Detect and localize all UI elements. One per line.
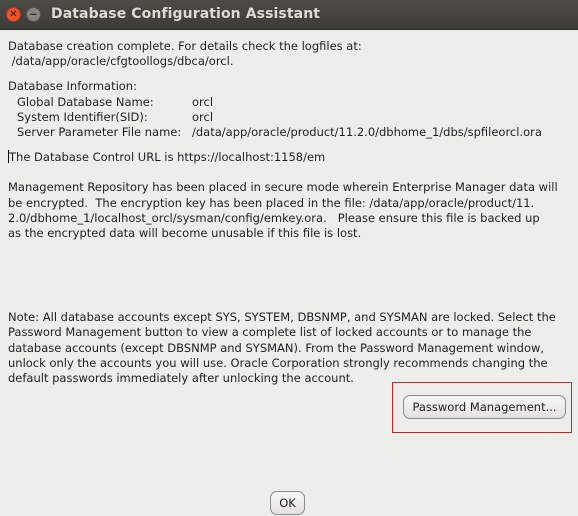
sid-label: System Identifier(SID): — [17, 109, 148, 124]
ok-button[interactable]: OK — [270, 491, 305, 515]
minimize-icon[interactable]: ‒ — [26, 7, 41, 22]
window-title: Database Configuration Assistant — [51, 6, 321, 22]
note-text-line: database accounts (except DBSNMP and SYS… — [8, 340, 545, 355]
title-bar: ✕ ‒ Database Configuration Assistant — [0, 0, 578, 30]
spfile-row: Server Parameter File name: /data/app/or… — [8, 125, 570, 140]
global-db-name-label: Global Database Name: — [17, 94, 154, 109]
spfile-label: Server Parameter File name: — [17, 124, 182, 139]
control-url-row: The Database Control URL is https://loca… — [8, 150, 570, 165]
message-body: Database creation complete. For details … — [8, 39, 570, 386]
sid-value: orcl — [192, 109, 214, 124]
logfile-path-text: /data/app/oracle/cfgtoollogs/dbca/orcl. — [8, 54, 234, 69]
note-text-line: unlock only the accounts you will use. O… — [8, 355, 548, 370]
global-db-name-value: orcl — [192, 94, 214, 109]
password-management-button[interactable]: Password Management... — [403, 395, 566, 419]
global-db-name-row: Global Database Name: orcl — [8, 95, 570, 110]
control-url-text: The Database Control URL is https://loca… — [9, 150, 326, 165]
repository-text-line: 2.0/dbhome_1/localhost_orcl/sysman/confi… — [8, 210, 540, 225]
creation-complete-text: Database creation complete. For details … — [8, 39, 362, 53]
database-info-heading: Database Information: — [8, 79, 137, 94]
sid-row: System Identifier(SID): orcl — [8, 110, 570, 125]
note-text-line: Note: All database accounts except SYS, … — [8, 310, 556, 325]
repository-text-line: Management Repository has been placed in… — [8, 180, 558, 195]
close-icon[interactable]: ✕ — [6, 7, 21, 22]
repository-text-line: as the encrypted data will become unusab… — [8, 225, 362, 240]
repository-text-line: be encrypted. The encryption key has bee… — [8, 195, 535, 210]
note-text-line: Password Management button to view a com… — [8, 325, 532, 340]
spfile-value: /data/app/oracle/product/11.2.0/dbhome_1… — [192, 124, 542, 139]
